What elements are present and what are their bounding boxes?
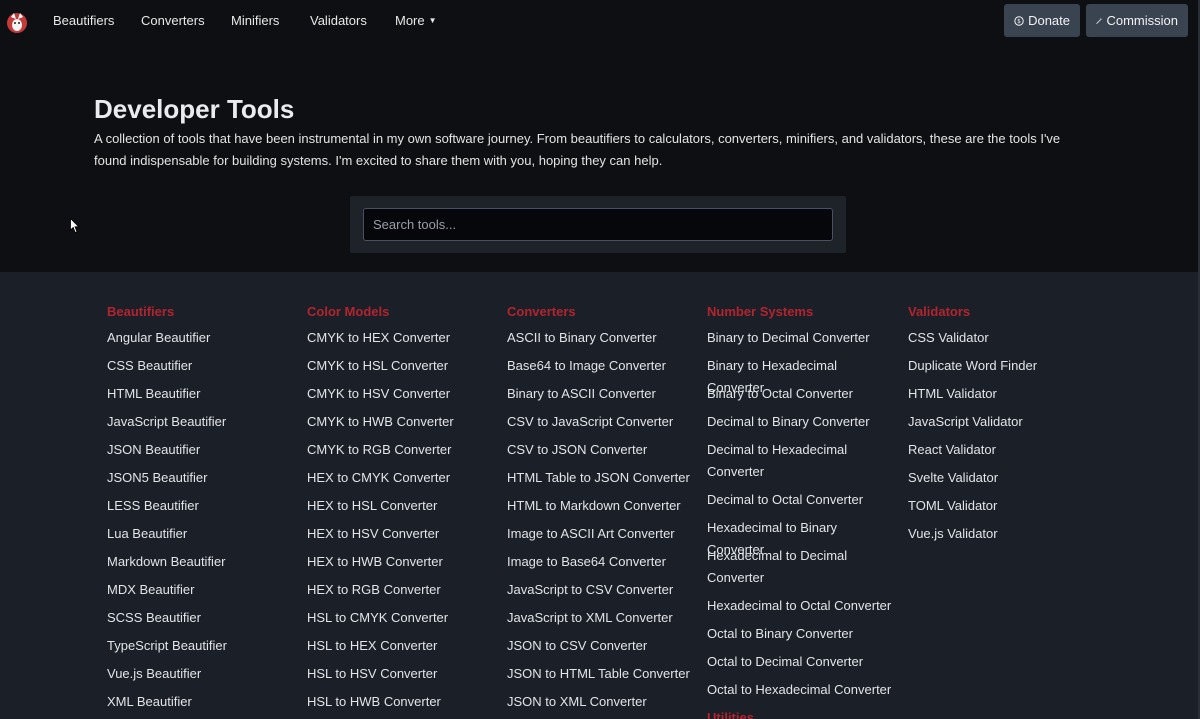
tool-link[interactable]: HSL to CMYK Converter (307, 605, 502, 633)
nav-more-label: More (395, 13, 425, 28)
tool-link[interactable]: HEX to HWB Converter (307, 549, 502, 577)
tool-link[interactable]: Octal to Binary Converter (707, 621, 895, 649)
commission-label: Commission (1106, 13, 1178, 28)
tool-list: ASCII to Binary Converter Base64 to Imag… (507, 325, 702, 717)
tool-link[interactable]: JavaScript Beautifier (107, 409, 302, 437)
mouse-pointer-icon (70, 218, 80, 234)
tool-link[interactable]: JSON Beautifier (107, 437, 302, 465)
tool-list: CMYK to HEX Converter CMYK to HSL Conver… (307, 325, 502, 717)
tool-list: CSS Validator Duplicate Word Finder HTML… (908, 325, 1103, 549)
tool-link[interactable]: JavaScript to CSV Converter (507, 577, 702, 605)
tool-link[interactable]: CSS Validator (908, 325, 1103, 353)
tool-link[interactable]: Angular Beautifier (107, 325, 302, 353)
tool-link[interactable]: CMYK to HWB Converter (307, 409, 502, 437)
tool-link[interactable]: Svelte Validator (908, 465, 1103, 493)
category-heading: Color Models (307, 304, 390, 319)
tool-link[interactable]: Image to ASCII Art Converter (507, 521, 702, 549)
tool-link[interactable]: HTML to Markdown Converter (507, 493, 702, 521)
top-navbar: Beautifiers Converters Minifiers Validat… (0, 0, 1200, 44)
caret-down-icon: ▼ (428, 16, 437, 25)
tool-link[interactable]: Decimal to Hexadecimal Converter (707, 437, 857, 487)
tool-link[interactable]: Hexadecimal to Decimal Converter (707, 543, 857, 593)
tool-link[interactable]: Binary to Decimal Converter (707, 325, 895, 353)
tool-link[interactable]: CMYK to HSL Converter (307, 353, 502, 381)
tool-link[interactable]: Binary to Hexadecimal Converter (707, 353, 895, 395)
tool-link[interactable]: HSL to HWB Converter (307, 689, 502, 717)
tool-link[interactable]: MDX Beautifier (107, 577, 302, 605)
tool-link[interactable]: Decimal to Octal Converter (707, 487, 895, 515)
tool-link[interactable]: JavaScript to XML Converter (507, 605, 702, 633)
tool-link[interactable]: XML Beautifier (107, 689, 302, 717)
tool-link[interactable]: HTML Validator (908, 381, 1103, 409)
tool-link[interactable]: Duplicate Word Finder (908, 353, 1103, 381)
category-converters: Converters ASCII to Binary Converter Bas… (507, 303, 702, 717)
nav-minifiers[interactable]: Minifiers (231, 13, 279, 28)
tool-link[interactable]: Binary to ASCII Converter (507, 381, 702, 409)
tool-link[interactable]: CSS Beautifier (107, 353, 302, 381)
magic-wand-icon (1096, 17, 1103, 24)
tool-link[interactable]: Image to Base64 Converter (507, 549, 702, 577)
category-heading: Number Systems (707, 304, 814, 319)
commission-button[interactable]: Commission (1086, 4, 1188, 37)
nav-converters[interactable]: Converters (141, 13, 205, 28)
category-heading: Beautifiers (107, 304, 175, 319)
tool-link[interactable]: HEX to CMYK Converter (307, 465, 502, 493)
tool-link[interactable]: JSON5 Beautifier (107, 465, 302, 493)
tool-link[interactable]: Markdown Beautifier (107, 549, 302, 577)
nav-beautifiers[interactable]: Beautifiers (53, 13, 114, 28)
tool-link[interactable]: JavaScript Validator (908, 409, 1103, 437)
tool-link[interactable]: React Validator (908, 437, 1103, 465)
tool-link[interactable]: ASCII to Binary Converter (507, 325, 702, 353)
tool-link[interactable]: HEX to HSV Converter (307, 521, 502, 549)
tool-link[interactable]: CMYK to HEX Converter (307, 325, 502, 353)
category-validators: Validators CSS Validator Duplicate Word … (908, 303, 1103, 549)
nav-validators[interactable]: Validators (310, 13, 367, 28)
tool-link[interactable]: Hexadecimal to Binary Converter (707, 515, 895, 557)
tool-link[interactable]: JSON to CSV Converter (507, 633, 702, 661)
coin-icon: $ (1014, 15, 1024, 26)
tool-link[interactable]: HEX to HSL Converter (307, 493, 502, 521)
tool-link[interactable]: CSV to JavaScript Converter (507, 409, 702, 437)
tool-link[interactable]: CMYK to HSV Converter (307, 381, 502, 409)
category-beautifiers: Beautifiers Angular Beautifier CSS Beaut… (107, 303, 302, 717)
tool-link[interactable]: Binary to Octal Converter (707, 381, 895, 409)
tool-link[interactable]: SCSS Beautifier (107, 605, 302, 633)
tool-link[interactable]: HSL to HSV Converter (307, 661, 502, 689)
category-heading: Validators (908, 304, 971, 319)
svg-text:$: $ (1017, 19, 1021, 25)
page-description: A collection of tools that have been ins… (94, 131, 1061, 168)
tool-link[interactable]: Vue.js Beautifier (107, 661, 302, 689)
category-heading: Converters (507, 304, 576, 319)
donate-button[interactable]: $ Donate (1004, 4, 1080, 37)
tool-list: Angular Beautifier CSS Beautifier HTML B… (107, 325, 302, 717)
tool-link[interactable]: TypeScript Beautifier (107, 633, 302, 661)
tool-link[interactable]: Lua Beautifier (107, 521, 302, 549)
nav-more-dropdown[interactable]: More ▼ (395, 13, 437, 28)
tool-link[interactable]: JSON to HTML Table Converter (507, 661, 702, 689)
donate-label: Donate (1028, 13, 1070, 28)
tool-link[interactable]: Vue.js Validator (908, 521, 1103, 549)
tool-list: Binary to Decimal Converter Binary to He… (707, 325, 895, 705)
tool-link[interactable]: HSL to HEX Converter (307, 633, 502, 661)
tool-link[interactable]: JSON to XML Converter (507, 689, 702, 717)
fox-logo-icon[interactable] (6, 11, 28, 33)
category-color-models: Color Models CMYK to HEX Converter CMYK … (307, 303, 502, 717)
page-title: Developer Tools (94, 94, 295, 124)
tool-link[interactable]: Octal to Decimal Converter (707, 649, 895, 677)
tool-link[interactable]: HTML Beautifier (107, 381, 302, 409)
tool-link[interactable]: CMYK to RGB Converter (307, 437, 502, 465)
tool-link[interactable]: HEX to RGB Converter (307, 577, 502, 605)
tool-link[interactable]: CSV to JSON Converter (507, 437, 702, 465)
tool-link[interactable]: LESS Beautifier (107, 493, 302, 521)
category-heading-utilities: Utilities (707, 710, 754, 719)
category-number-systems: Number Systems Binary to Decimal Convert… (707, 303, 895, 719)
tool-link[interactable]: Octal to Hexadecimal Converter (707, 677, 895, 705)
tool-link[interactable]: TOML Validator (908, 493, 1103, 521)
tool-link[interactable]: Decimal to Binary Converter (707, 409, 895, 437)
tool-link[interactable]: Base64 to Image Converter (507, 353, 702, 381)
tool-link[interactable]: Hexadecimal to Octal Converter (707, 593, 895, 621)
search-container (350, 196, 846, 253)
search-input[interactable] (363, 208, 833, 241)
tool-link[interactable]: HTML Table to JSON Converter (507, 465, 702, 493)
